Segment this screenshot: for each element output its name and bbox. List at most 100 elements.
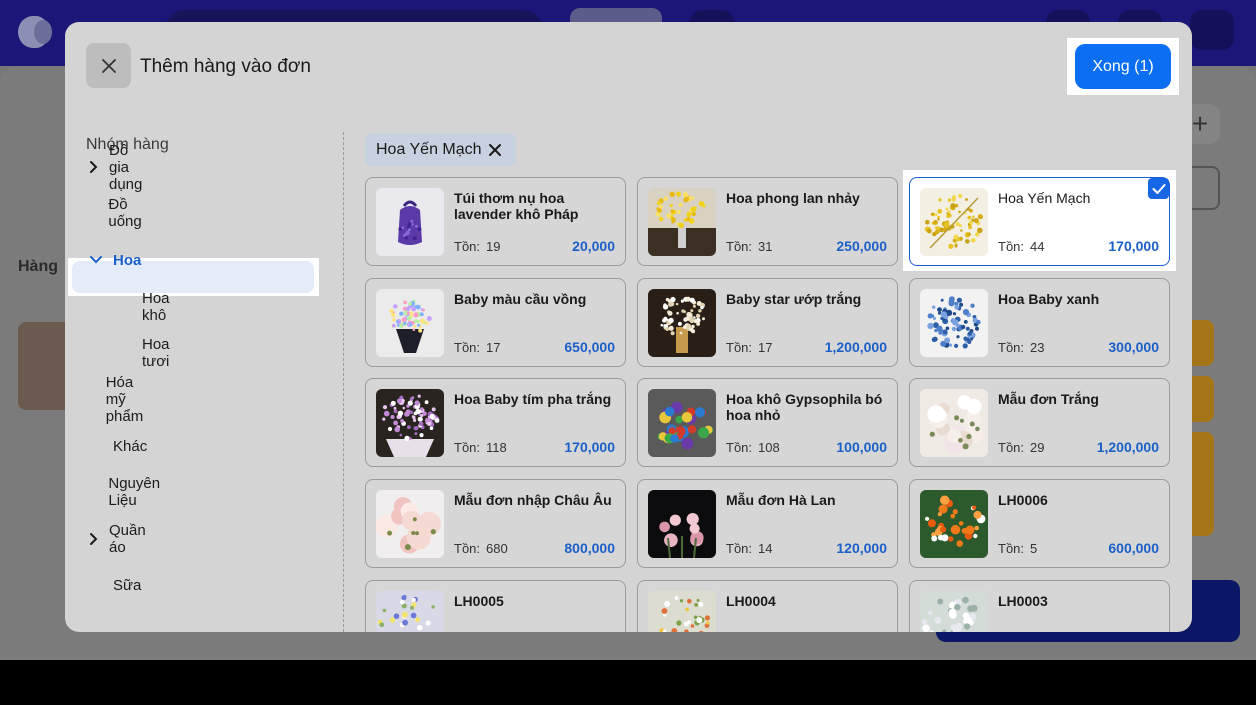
product-stock: Tồn: 5 [998, 541, 1037, 556]
sidebar-item-label: Sữa [113, 576, 142, 594]
product-name: Mẫu đơn Trắng [998, 391, 1099, 407]
product-image [648, 389, 716, 457]
sidebar-item-hoa-tươi[interactable]: Hoa tươi [142, 335, 170, 371]
app-logo-mark [34, 20, 52, 44]
product-name: Hoa Baby tím pha trắng [454, 391, 612, 407]
sidebar-item-nguyên-liệu[interactable]: Nguyên Liệu [89, 474, 165, 510]
stock-value: 31 [758, 239, 773, 254]
product-price: 100,000 [836, 439, 887, 455]
product-image [648, 289, 716, 357]
chevron-down-icon[interactable] [89, 255, 103, 265]
product-card[interactable]: Mẫu đơn Hà Lan Tồn: 14 120,000 [637, 479, 898, 568]
product-name: Baby star ướp trắng [726, 291, 862, 307]
product-price: 1,200,000 [1096, 439, 1159, 455]
product-price: 250,000 [836, 238, 887, 254]
product-stock: Tồn: 29 [998, 440, 1044, 455]
product-name: Hoa Yến Mạch [998, 190, 1091, 206]
background-bottom-bar [0, 660, 1256, 705]
stock-label: Tồn: [726, 340, 753, 355]
product-card[interactable]: Hoa Baby tím pha trắng Tồn: 118 170,000 [365, 378, 626, 467]
product-stock: Tồn: 17 [726, 340, 772, 355]
sidebar-item-khác[interactable]: Khác [89, 428, 147, 464]
product-name: LH0004 [726, 593, 776, 609]
product-image [648, 591, 716, 632]
product-card[interactable]: Mẫu đơn Trắng Tồn: 29 1,200,000 [909, 378, 1170, 467]
stock-value: 23 [1030, 340, 1045, 355]
product-card[interactable]: Hoa Yến Mạch Tồn: 44 170,000 [909, 177, 1170, 266]
stock-value: 17 [486, 340, 501, 355]
product-price: 20,000 [572, 238, 615, 254]
stock-value: 44 [1030, 239, 1045, 254]
product-price: 170,000 [1108, 238, 1159, 254]
product-stock: Tồn: 14 [726, 541, 772, 556]
sidebar-item-đồ-uống[interactable]: Đồ uống [89, 195, 146, 231]
product-price: 120,000 [836, 540, 887, 556]
sidebar-item-quần-áo[interactable]: Quần áo [89, 521, 150, 557]
product-name: Mẫu đơn Hà Lan [726, 492, 836, 508]
sidebar-item-hóa-mỹ-phẩm[interactable]: Hóa mỹ phẩm [89, 374, 151, 425]
product-card[interactable]: Hoa Baby xanh Tồn: 23 300,000 [909, 278, 1170, 367]
product-stock: Tồn: 108 [726, 440, 780, 455]
product-name: Baby màu cầu vồng [454, 291, 587, 307]
product-image [920, 490, 988, 558]
stock-value: 108 [758, 440, 780, 455]
product-image [920, 389, 988, 457]
product-price: 800,000 [564, 540, 615, 556]
product-name: LH0005 [454, 593, 504, 609]
sidebar-item-label: Hoa [113, 251, 142, 269]
sidebar-item-đồ-gia-dụng[interactable]: Đồ gia dụng [89, 142, 146, 193]
filter-chip[interactable]: Hoa Yến Mạch [365, 133, 516, 166]
sidebar-item-sữa[interactable]: Sữa [89, 567, 141, 603]
product-name: Túi thơm nụ hoa lavender khô Pháp [454, 190, 579, 222]
product-image [920, 289, 988, 357]
product-price: 650,000 [564, 339, 615, 355]
product-image [376, 289, 444, 357]
sidebar-item-hoa[interactable]: Hoa [89, 242, 141, 278]
stock-label: Tồn: [454, 340, 481, 355]
modal-title: Thêm hàng vào đơn [140, 56, 311, 77]
close-button[interactable] [86, 43, 131, 88]
product-name: Hoa phong lan nhảy [726, 190, 860, 206]
product-stock: Tồn: 118 [454, 440, 507, 455]
product-price: 1,200,000 [824, 339, 887, 355]
sidebar-item-label: Hóa mỹ phẩm [105, 373, 144, 425]
chevron-right-icon[interactable] [89, 160, 99, 174]
sidebar-item-label: Nguyên Liệu [108, 475, 161, 509]
menu-icon [1190, 10, 1234, 50]
product-grid: Túi thơm nụ hoa lavender khô Pháp Tồn: 19 2… [365, 177, 1173, 632]
stock-label: Tồn: [726, 239, 753, 254]
product-card[interactable]: LH0003 [909, 580, 1170, 632]
product-name: LH0003 [998, 593, 1048, 609]
stock-value: 17 [758, 340, 773, 355]
product-card[interactable]: Baby star ướp trắng Tồn: 17 1,200,000 [637, 278, 898, 367]
product-name: Hoa Baby xanh [998, 291, 1100, 307]
product-card[interactable]: Túi thơm nụ hoa lavender khô Pháp Tồn: 19 2… [365, 177, 626, 266]
product-image [920, 591, 988, 632]
product-card[interactable]: Mẫu đơn nhập Châu Âu Tồn: 680 800,000 [365, 479, 626, 568]
product-card[interactable]: LH0005 [365, 580, 626, 632]
stock-value: 118 [486, 440, 507, 455]
remove-filter-icon[interactable] [488, 143, 502, 157]
product-card[interactable]: Hoa phong lan nhảy Tồn: 31 250,000 [637, 177, 898, 266]
done-button[interactable]: Xong (1) [1075, 44, 1171, 89]
sidebar-item-hoa-khô[interactable]: Hoa khô [142, 289, 170, 325]
product-card[interactable]: LH0006 Tồn: 5 600,000 [909, 479, 1170, 568]
chevron-right-icon[interactable] [89, 532, 99, 546]
add-items-modal: Thêm hàng vào đơn Xong (1) Nhóm hàng Đồ … [65, 22, 1192, 632]
product-price: 300,000 [1108, 339, 1159, 355]
product-stock: Tồn: 19 [454, 239, 500, 254]
product-price: 170,000 [564, 439, 615, 455]
product-card[interactable]: LH0004 [637, 580, 898, 632]
product-image [376, 188, 444, 256]
product-image [376, 490, 444, 558]
product-card[interactable]: Baby màu cầu vồng Tồn: 17 650,000 [365, 278, 626, 367]
background-thumbnail [18, 322, 72, 410]
filter-chip-label: Hoa Yến Mạch [376, 140, 482, 158]
product-card[interactable]: Hoa khô Gypsophila bó hoa nhỏ Tồn: 108 100,… [637, 378, 898, 467]
product-stock: Tồn: 44 [998, 239, 1044, 254]
sidebar-item-label: Hoa tươi [142, 336, 170, 370]
background-label: Hàng [18, 258, 58, 275]
stock-label: Tồn: [454, 239, 481, 254]
product-name: LH0006 [998, 492, 1048, 508]
checkmark-icon[interactable] [1148, 178, 1169, 199]
